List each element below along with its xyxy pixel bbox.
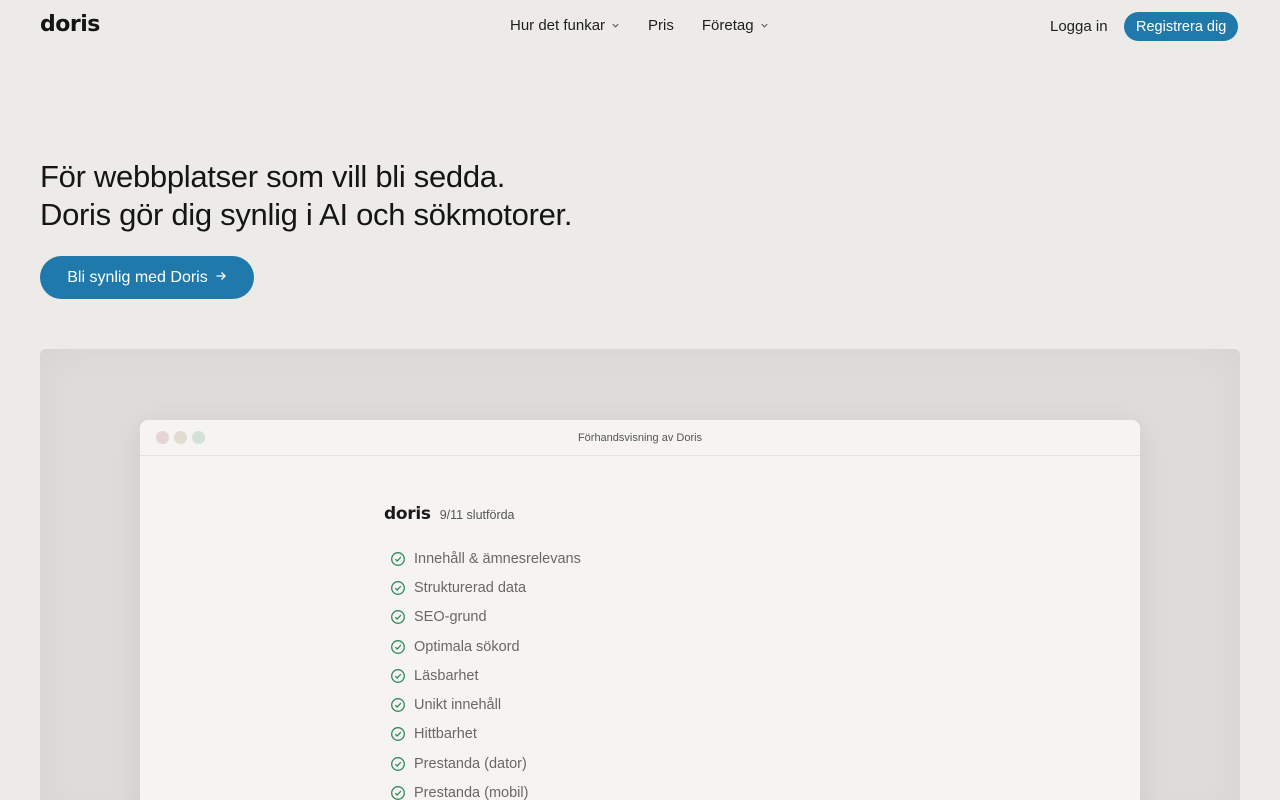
checklist-item-label: SEO-grund: [414, 609, 487, 626]
hero-heading-line-1: För webbplatser som vill bli sedda.: [40, 159, 506, 194]
checklist-item: Prestanda (dator): [384, 749, 581, 778]
panel-logo: doris: [384, 504, 431, 524]
top-navigation: doris Hur det funkar Pris Företag Logga …: [0, 0, 1280, 54]
check-circle-icon: [390, 785, 406, 800]
checklist-item: Optimala sökord: [384, 632, 581, 661]
nav-item-how-it-works[interactable]: Hur det funkar: [510, 17, 620, 34]
checklist-item-label: Innehåll & ämnesrelevans: [414, 550, 581, 567]
chevron-down-icon: [611, 21, 620, 30]
login-link[interactable]: Logga in: [1050, 18, 1108, 35]
checklist-item-label: Hittbarhet: [414, 726, 477, 743]
main-menu: Hur det funkar Pris Företag: [510, 17, 769, 34]
get-visible-button[interactable]: Bli synlig med Doris: [40, 256, 254, 299]
doris-logo[interactable]: doris: [40, 12, 100, 37]
checklist-item-label: Läsbarhet: [414, 667, 479, 684]
checklist: Innehåll & ämnesrelevans Strukturerad dat…: [384, 544, 581, 800]
nav-item-label: Pris: [648, 17, 674, 34]
check-circle-icon: [390, 609, 406, 625]
checklist-item: SEO-grund: [384, 603, 581, 632]
check-circle-icon: [390, 697, 406, 713]
checklist-item: Strukturerad data: [384, 573, 581, 602]
checklist-item: Unikt innehåll: [384, 690, 581, 719]
checklist-item-label: Unikt innehåll: [414, 697, 502, 714]
check-circle-icon: [390, 551, 406, 567]
checklist-panel: doris 9/11 slutförda Innehåll & ämnesrel…: [384, 504, 581, 800]
check-circle-icon: [390, 756, 406, 772]
checklist-item: Innehåll & ämnesrelevans: [384, 544, 581, 573]
nav-item-label: Företag: [701, 17, 754, 34]
window-title: Förhandsvisning av Doris: [577, 432, 703, 444]
checklist-item: Läsbarhet: [384, 661, 581, 690]
nav-item-pricing[interactable]: Pris: [648, 17, 674, 34]
hero-heading-line-2: Doris gör dig synlig i AI och sökmotorer…: [40, 197, 573, 232]
signup-button[interactable]: Registrera dig: [1124, 12, 1239, 41]
checklist-item: Prestanda (mobil): [384, 778, 581, 800]
checklist-item: Hittbarhet: [384, 720, 581, 749]
arrow-right-icon: [215, 269, 227, 286]
chevron-down-icon: [760, 21, 769, 30]
panel-header: doris 9/11 slutförda: [384, 504, 581, 524]
check-circle-icon: [390, 580, 406, 596]
preview-window: Förhandsvisning av Doris doris 9/11 slut…: [140, 420, 1140, 800]
progress-count: 9/11 slutförda: [439, 508, 515, 522]
cta-label: Bli synlig med Doris: [67, 268, 208, 286]
checklist-item-label: Prestanda (mobil): [414, 785, 529, 800]
checklist-item-label: Prestanda (dator): [414, 755, 527, 772]
nav-item-company[interactable]: Företag: [702, 17, 769, 34]
hero-heading: För webbplatser som vill bli sedda. Dori…: [40, 158, 572, 234]
check-circle-icon: [390, 668, 406, 684]
check-circle-icon: [390, 726, 406, 742]
checklist-item-label: Strukturerad data: [414, 579, 527, 596]
checklist-item-label: Optimala sökord: [414, 638, 520, 655]
check-circle-icon: [390, 639, 406, 655]
nav-item-label: Hur det funkar: [510, 17, 606, 34]
window-titlebar: Förhandsvisning av Doris: [140, 420, 1140, 456]
